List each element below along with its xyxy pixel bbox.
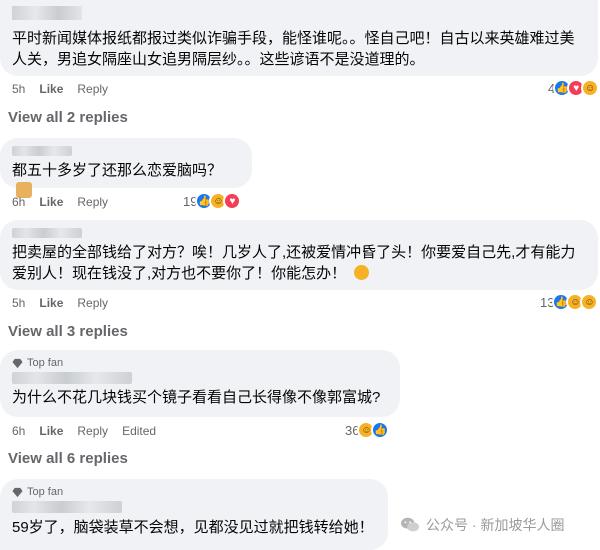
comment-time: 5h [12,296,26,310]
like-reaction-icon: 👍 [371,421,390,439]
edited-label: Edited [122,424,157,438]
reply-button[interactable]: Reply [77,424,108,438]
comment-bubble: 平时新闻媒体报纸都报过类似诈骗手段，能怪谁呢。。怪自己吧！自古以来英雄难过美人关… [0,0,598,76]
comment-actions: 5h Like Reply [12,82,108,96]
view-replies-link[interactable]: View all 2 replies [8,109,128,126]
commenter-name-blurred [12,501,122,513]
comment-text: 59岁了，脑袋装草不会想，见都没见过就把钱转给她！ [12,519,374,536]
reaction-summary[interactable]: 36 ☺ 👍 [345,421,390,439]
top-fan-badge: Top fan [12,486,376,498]
haha-reaction-icon: ☺ [580,293,599,311]
reply-button[interactable]: Reply [77,82,108,96]
comment-actions: 6h Like Reply [12,195,108,209]
reply-button[interactable]: Reply [77,296,108,310]
reaction-summary[interactable]: 19 👍 ☺ ♥ [183,192,242,210]
comment-bubble: 都五十多岁了还那么恋爱脑吗？ [0,138,252,198]
reaction-summary[interactable]: 13 👍 ☺ ☺ [540,293,599,311]
watermark: 公众号 · 新加坡华人圈 [400,515,564,535]
top-fan-label: Top fan [27,486,64,498]
view-replies-link[interactable]: View all 6 replies [8,450,128,467]
comment-bubble: Top fan 59岁了，脑袋装草不会想，见都没见过就把钱转给她！ [0,479,388,550]
love-reaction-icon: ♥ [223,192,242,210]
diamond-badge-icon [12,358,23,368]
diamond-badge-icon [12,487,23,497]
commenter-name-blurred [12,228,82,238]
commenter-name-blurred [12,372,132,384]
like-button[interactable]: Like [39,82,63,96]
watermark-text: 公众号 · 新加坡华人圈 [426,517,565,533]
like-button[interactable]: Like [39,195,63,209]
comment-text: 为什么不花几块钱买个镜子看看自己长得像不像郭富城? [12,389,381,406]
top-fan-label: Top fan [27,357,64,369]
haha-reaction-icon: ☺ [581,79,600,97]
commenter-name-blurred [12,146,72,156]
comment-time: 6h [12,424,26,438]
comment-bubble: Top fan 为什么不花几块钱买个镜子看看自己长得像不像郭富城? [0,350,400,417]
comment-text: 把卖屋的全部钱给了对方？唉！几岁人了,还被爱情冲昏了头！你要爱自己先,才有能力爱… [12,242,586,284]
comment-text-content: 把卖屋的全部钱给了对方？唉！几岁人了,还被爱情冲昏了头！你要爱自己先,才有能力爱… [12,244,576,282]
commenter-name-blurred [12,6,82,20]
comment-time: 6h [12,195,26,209]
like-button[interactable]: Like [39,424,63,438]
comment-actions: 6h Like Reply Edited [12,424,156,438]
comment-text: 平时新闻媒体报纸都报过类似诈骗手段，能怪谁呢。。怪自己吧！自古以来英雄难过美人关… [12,30,575,68]
wechat-icon [401,517,419,532]
comment-text-content: 都五十多岁了还那么恋爱脑吗？ [12,162,223,179]
laugh-emoji-icon [354,265,370,280]
view-replies-link[interactable]: View all 3 replies [8,323,128,340]
reply-button[interactable]: Reply [77,195,108,209]
comment-bubble: 把卖屋的全部钱给了对方？唉！几岁人了,还被爱情冲昏了头！你要爱自己先,才有能力爱… [0,220,598,290]
reaction-summary[interactable]: 4 👍 ♥ ☺ [548,79,600,97]
comment-actions: 5h Like Reply [12,296,108,310]
top-fan-badge: Top fan [12,357,388,369]
like-button[interactable]: Like [39,296,63,310]
comment-time: 5h [12,82,26,96]
